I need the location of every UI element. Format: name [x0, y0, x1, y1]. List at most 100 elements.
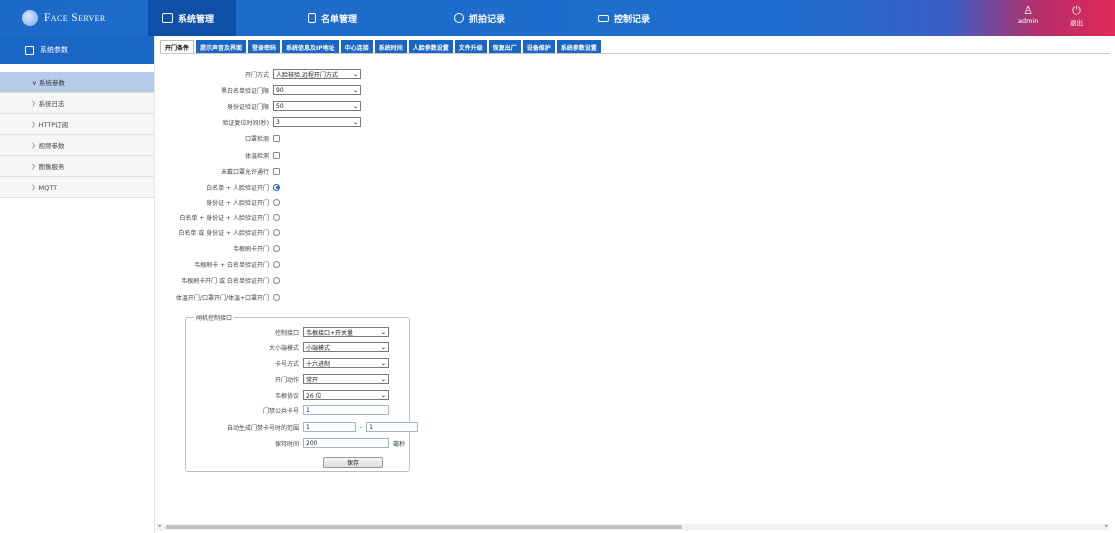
wiegand-or-whitelist-radio[interactable]	[273, 276, 280, 284]
chevron-down-icon: ⌄	[380, 391, 386, 399]
form-row: 自动生成门禁卡号时的范围 1 - 1	[185, 421, 425, 433]
list-threshold-label: 黑白名单验证门限	[220, 87, 269, 95]
door-action-select[interactable]: 常开 ⌄	[303, 374, 389, 384]
card-range-to-input[interactable]: 1	[366, 422, 419, 432]
open-method-label: 开门方式	[244, 71, 269, 79]
wiegand-protocol-label: 韦根协议	[274, 392, 299, 400]
form-row: 体温开门/口罩开门/体温+口罩开门	[160, 291, 660, 303]
radio-label: 白名单 + 人脸验证开门	[206, 184, 269, 192]
range-separator: -	[360, 423, 363, 431]
list-threshold-select[interactable]: 90 ⌄	[273, 85, 361, 95]
form-row: 未戴口罩允许通行	[160, 165, 660, 177]
card-range-from-input[interactable]: 1	[303, 422, 356, 432]
chevron-down-icon: ⌄	[352, 118, 358, 126]
nav-system-management[interactable]: 系统管理	[148, 0, 236, 36]
app-logo: Face Server	[0, 0, 148, 36]
whitelist-idcard-face-radio[interactable]	[273, 213, 280, 221]
card-format-select[interactable]: 十六进制 ⌄	[303, 358, 389, 368]
wiegand-card-radio[interactable]	[273, 244, 280, 252]
tab-system-param-settings[interactable]: 系统参数设置	[556, 40, 601, 54]
tab-face-params[interactable]: 人脸参数设置	[408, 40, 453, 54]
sidebar-item-mqtt[interactable]: 〉MQTT	[0, 177, 154, 198]
form-row: 白名单 或 身份证 + 人脸验证开门	[160, 226, 660, 238]
nav-control-records[interactable]: 控制记录	[598, 0, 650, 36]
radio-label: 韦根刷卡开门	[232, 245, 269, 253]
card-range-label: 自动生成门禁卡号时的范围	[226, 424, 299, 432]
sidebar-item-http-subscribe[interactable]: 〉HTTP订阅	[0, 114, 154, 135]
tab-system-time[interactable]: 系统时间	[374, 40, 407, 54]
endian-mode-label: 大小端模式	[268, 344, 299, 352]
radio-label: 白名单 或 身份证 + 人脸验证开门	[178, 229, 269, 237]
tab-login-password[interactable]: 登录密码	[248, 40, 281, 54]
form-row: 大小端模式 小端模式 ⌄	[185, 341, 410, 353]
camera-icon	[454, 13, 464, 23]
nav-capture-records[interactable]: 抓拍记录	[454, 0, 505, 36]
no-mask-pass-checkbox[interactable]	[273, 167, 280, 175]
idcard-face-radio[interactable]	[273, 198, 280, 206]
chevron-down-icon: ⌄	[380, 343, 386, 351]
reset-time-select[interactable]: 3 ⌄	[273, 117, 361, 127]
form-row: 开门方式 人脸核验,远程开门方式 ⌄	[160, 68, 660, 80]
settings-icon	[25, 46, 34, 55]
list-icon	[308, 13, 316, 23]
sidebar: 系统参数 ∨ 系统参数 〉系统日志 〉HTTP订阅 〉视频参数 〉图像服务 〉M…	[0, 36, 155, 533]
idcard-threshold-select[interactable]: 50 ⌄	[273, 101, 361, 111]
tab-center-connection[interactable]: 中心连接	[340, 40, 373, 54]
wiegand-whitelist-radio[interactable]	[273, 260, 280, 268]
form-row: 体温检测	[160, 149, 660, 161]
form-row: 黑白名单验证门限 90 ⌄	[160, 84, 660, 96]
whitelist-or-idcard-face-radio[interactable]	[273, 228, 280, 236]
no-mask-pass-label: 未戴口罩允许通行	[220, 168, 269, 176]
public-card-input[interactable]: 1	[303, 405, 389, 415]
hold-time-input[interactable]: 200	[303, 438, 389, 448]
sidebar-item-system-params[interactable]: ∨ 系统参数	[0, 72, 154, 93]
tab-factory-reset[interactable]: 恢复出厂	[488, 40, 521, 54]
monitor-icon	[162, 13, 173, 23]
form-row: 开门动作 常开 ⌄	[185, 373, 410, 385]
chevron-down-icon: ⌄	[352, 70, 358, 78]
temp-detect-checkbox[interactable]	[273, 151, 280, 159]
temp-mask-radio[interactable]	[273, 293, 280, 301]
save-button[interactable]: 保存	[323, 457, 383, 468]
tab-system-info-ip[interactable]: 系统信息及IP地址	[282, 40, 339, 54]
sidebar-item-image-service[interactable]: 〉图像服务	[0, 156, 154, 177]
form-row: 控制接口 韦根接口+开关量 ⌄	[185, 326, 410, 338]
endian-mode-select[interactable]: 小端模式 ⌄	[303, 342, 389, 352]
scrollbar-thumb[interactable]	[166, 525, 682, 529]
radio-label: 韦根刷卡开门 或 白名单验证开门	[181, 277, 269, 285]
open-method-select[interactable]: 人脸核验,远程开门方式 ⌄	[273, 69, 361, 79]
top-bar: Face Server 系统管理 名单管理 抓拍记录 控制记录 ♙ admin …	[0, 0, 1115, 36]
control-interface-select[interactable]: 韦根接口+开关量 ⌄	[303, 327, 389, 337]
horizontal-scrollbar[interactable]: ◂ ▸	[157, 523, 1109, 530]
form-row: 韦根协议 26 位 ⌄	[185, 389, 410, 401]
sidebar-item-video-params[interactable]: 〉视频参数	[0, 135, 154, 156]
logo-text: Face Server	[44, 12, 106, 24]
tab-file-upgrade[interactable]: 文件升级	[454, 40, 487, 54]
chevron-down-icon: ⌄	[352, 86, 358, 94]
radio-label: 身份证 + 人脸验证开门	[206, 199, 269, 207]
idcard-threshold-label: 身份证验证门限	[226, 103, 269, 111]
settings-tabs: 开门条件 提示声音及界面 登录密码 系统信息及IP地址 中心连接 系统时间 人脸…	[160, 40, 603, 54]
form-row: 韦根刷卡开门	[160, 242, 660, 254]
scroll-left-icon[interactable]: ◂	[158, 523, 161, 529]
chevron-down-icon: ⌄	[380, 375, 386, 383]
logout-button[interactable]: ⏻ 退出	[1070, 4, 1083, 28]
user-menu[interactable]: ♙ admin	[1018, 5, 1038, 26]
radio-label: 白名单 + 身份证 + 人脸验证开门	[179, 214, 269, 222]
nav-list-management[interactable]: 名单管理	[308, 0, 357, 36]
form-row: 口罩检测	[160, 132, 660, 144]
tab-device-maintenance[interactable]: 设备维护	[522, 40, 555, 54]
power-icon: ⏻	[1072, 4, 1081, 17]
form-row: 身份证验证门限 50 ⌄	[160, 100, 660, 112]
scroll-right-icon[interactable]: ▸	[1105, 523, 1108, 529]
whitelist-face-radio[interactable]	[273, 183, 280, 191]
mask-detect-label: 口罩检测	[244, 135, 269, 143]
wiegand-protocol-select[interactable]: 26 位 ⌄	[303, 390, 389, 400]
form-row: 韦根刷卡开门 或 白名单验证开门	[160, 274, 660, 286]
public-card-label: 门禁公共卡号	[262, 407, 299, 415]
mask-detect-checkbox[interactable]	[273, 134, 280, 142]
sidebar-item-system-log[interactable]: 〉系统日志	[0, 93, 154, 114]
tab-door-conditions[interactable]: 开门条件	[160, 40, 195, 54]
tab-sound-ui[interactable]: 提示声音及界面	[196, 40, 247, 54]
sidebar-header: 系统参数	[0, 36, 154, 64]
